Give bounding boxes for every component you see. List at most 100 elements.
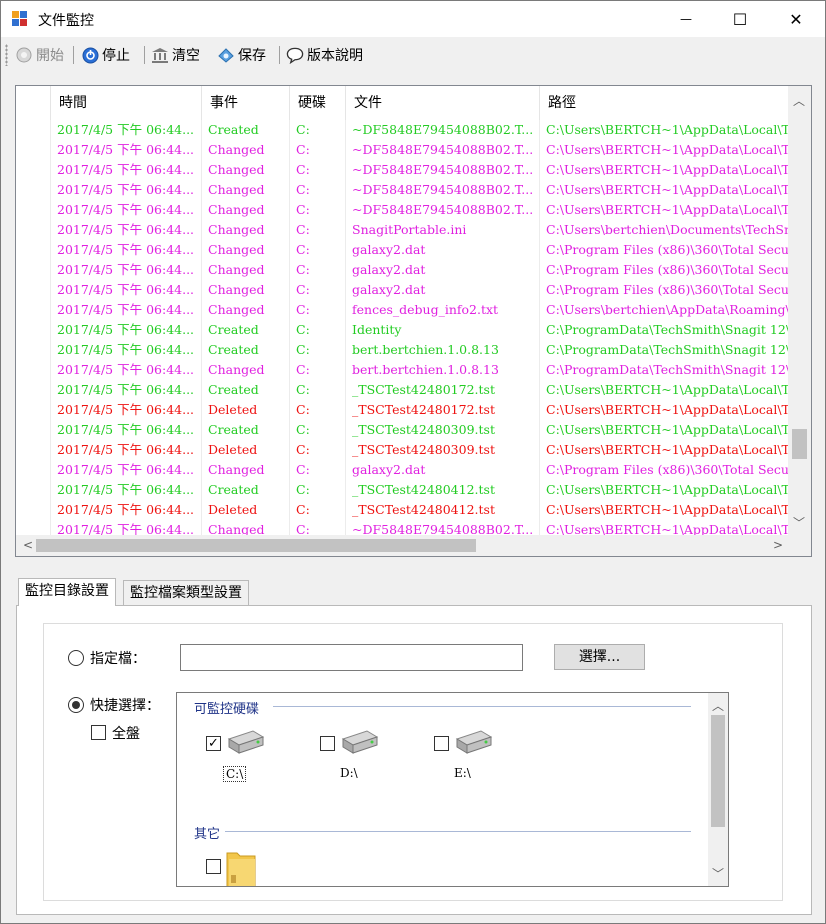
drive-e-label[interactable]: E:\	[454, 766, 471, 780]
drive-c-label[interactable]: C:\	[223, 766, 247, 782]
event-cell: Deleted	[202, 440, 290, 460]
table-row[interactable]: 2017/4/5 下午 06:44... Changed C: ~DF5848E794…	[16, 200, 788, 220]
drive-cell: C:	[290, 380, 346, 400]
time-cell: 2017/4/5 下午 06:44...	[51, 240, 202, 260]
table-row[interactable]: 2017/4/5 下午 06:44... Created C: ~DF5848E794…	[16, 120, 788, 140]
table-row[interactable]: 2017/4/5 下午 06:44... Changed C: ~DF5848E794…	[16, 180, 788, 200]
table-row[interactable]: 2017/4/5 下午 06:44... Changed C: bert.bertch…	[16, 360, 788, 380]
quick-select-radio[interactable]	[68, 697, 84, 713]
save-button[interactable]: 保存	[217, 44, 266, 66]
row-blank-cell	[16, 120, 51, 140]
table-row[interactable]: 2017/4/5 下午 06:44... Changed C: galaxy2.dat…	[16, 460, 788, 480]
column-header-drive[interactable]: 硬碟	[290, 86, 346, 120]
column-header-blank[interactable]	[16, 86, 51, 120]
path-cell: C:\Program Files (x86)\360\Total Securit…	[546, 242, 788, 257]
event-cell: Created	[202, 320, 290, 340]
speech-bubble-icon	[286, 46, 304, 64]
minimize-button[interactable]: —	[663, 1, 709, 37]
file-event-list[interactable]: 時間 事件 硬碟 文件 路徑 2017/4/5 下午 06:44... Creat…	[15, 85, 812, 557]
clear-button[interactable]: 清空	[151, 44, 200, 66]
time-cell: 2017/4/5 下午 06:44...	[51, 120, 202, 140]
table-row[interactable]: 2017/4/5 下午 06:44... Changed C: galaxy2.dat…	[16, 280, 788, 300]
path-cell: C:\Users\BERTCH~1\AppData\Local\Temp	[546, 202, 788, 217]
file-cell: galaxy2.dat	[346, 240, 540, 260]
time-cell: 2017/4/5 下午 06:44...	[51, 180, 202, 200]
scroll-down-icon[interactable]: ﹀	[789, 514, 809, 531]
other-group-title: 其它	[194, 827, 221, 842]
horizontal-scroll-thumb[interactable]	[36, 539, 476, 552]
drive-panel-scroll-thumb[interactable]	[711, 715, 725, 827]
drive-panel-scrollbar[interactable]: ︿ ﹀	[708, 693, 728, 886]
select-file-button[interactable]: 選擇...	[554, 644, 645, 670]
all-disks-label: 全盤	[112, 726, 140, 742]
column-header-path[interactable]: 路徑	[540, 86, 788, 120]
version-button[interactable]: 版本說明	[286, 44, 363, 66]
drive-cell: C:	[290, 440, 346, 460]
scroll-up-icon[interactable]: ︿	[708, 697, 728, 714]
close-button[interactable]: ✕	[773, 1, 819, 37]
table-row[interactable]: 2017/4/5 下午 06:44... Created C: _TSCTest424…	[16, 380, 788, 400]
event-cell: Changed	[202, 280, 290, 300]
row-blank-cell	[16, 440, 51, 460]
toolbar-separator	[279, 46, 280, 64]
drive-e-checkbox[interactable]	[434, 736, 449, 751]
table-row[interactable]: 2017/4/5 下午 06:44... Created C: _TSCTest424…	[16, 480, 788, 500]
file-cell: bert.bertchien.1.0.8.13	[346, 360, 540, 380]
start-button[interactable]: 開始	[15, 44, 64, 66]
time-cell: 2017/4/5 下午 06:44...	[51, 340, 202, 360]
table-row[interactable]: 2017/4/5 下午 06:44... Changed C: ~DF5848E794…	[16, 160, 788, 180]
scroll-up-icon[interactable]: ︿	[789, 92, 809, 109]
table-row[interactable]: 2017/4/5 下午 06:44... Changed C: SnagitPorta…	[16, 220, 788, 240]
drive-selection-panel: 可監控硬碟 ✓ C:\ D:\ E:\ 其它 ︿ ﹀	[176, 692, 729, 887]
table-row[interactable]: 2017/4/5 下午 06:44... Changed C: fences_debu…	[16, 300, 788, 320]
drive-d-label[interactable]: D:\	[340, 766, 358, 780]
table-row[interactable]: 2017/4/5 下午 06:44... Changed C: galaxy2.dat…	[16, 260, 788, 280]
event-cell: Changed	[202, 300, 290, 320]
column-header-time[interactable]: 時間	[51, 86, 202, 120]
table-row[interactable]: 2017/4/5 下午 06:44... Created C: Identity C:\…	[16, 320, 788, 340]
scroll-left-icon[interactable]: <	[18, 538, 38, 552]
row-blank-cell	[16, 380, 51, 400]
column-header-event[interactable]: 事件	[202, 86, 290, 120]
column-header-file[interactable]: 文件	[346, 86, 540, 120]
tab-monitor-directory[interactable]: 監控目錄設置	[18, 578, 116, 606]
stop-button[interactable]: 停止	[81, 44, 130, 66]
drive-c-checkbox[interactable]: ✓	[206, 736, 221, 751]
file-cell: ~DF5848E79454088B02.T...	[346, 200, 540, 220]
drive-cell: C:	[290, 140, 346, 160]
path-cell: C:\Users\BERTCH~1\AppData\Local\Temp	[546, 422, 788, 437]
table-row[interactable]: 2017/4/5 下午 06:44... Changed C: galaxy2.dat…	[16, 240, 788, 260]
table-row[interactable]: 2017/4/5 下午 06:44... Deleted C: _TSCTest424…	[16, 400, 788, 420]
toolbar-grip[interactable]	[5, 44, 8, 66]
path-cell: C:\Users\BERTCH~1\AppData\Local\Temp	[546, 502, 788, 517]
time-cell: 2017/4/5 下午 06:44...	[51, 200, 202, 220]
table-row[interactable]: 2017/4/5 下午 06:44... Created C: bert.bertch…	[16, 340, 788, 360]
file-cell: _TSCTest42480412.tst	[346, 480, 540, 500]
scroll-down-icon[interactable]: ﹀	[708, 865, 728, 882]
horizontal-scrollbar[interactable]: < >	[16, 535, 811, 556]
maximize-button[interactable]: ☐	[717, 1, 763, 37]
specify-file-input[interactable]	[180, 644, 523, 671]
version-label: 版本說明	[307, 48, 363, 64]
table-row[interactable]: 2017/4/5 下午 06:44... Deleted C: _TSCTest424…	[16, 500, 788, 520]
scroll-right-icon[interactable]: >	[768, 538, 788, 552]
vertical-scrollbar[interactable]: ︿ ﹀	[788, 86, 811, 536]
all-disks-checkbox[interactable]	[91, 725, 106, 740]
table-row[interactable]: 2017/4/5 下午 06:44... Deleted C: _TSCTest424…	[16, 440, 788, 460]
vertical-scroll-thumb[interactable]	[792, 429, 807, 459]
tab-monitor-file-types[interactable]: 監控檔案類型設置	[123, 580, 249, 606]
table-row[interactable]: 2017/4/5 下午 06:44... Changed C: ~DF5848E794…	[16, 140, 788, 160]
toolbar-separator	[144, 46, 145, 64]
specify-file-radio[interactable]	[68, 650, 84, 666]
file-cell: ~DF5848E79454088B02.T...	[346, 180, 540, 200]
row-blank-cell	[16, 500, 51, 520]
start-label: 開始	[36, 48, 64, 64]
row-blank-cell	[16, 180, 51, 200]
file-cell: galaxy2.dat	[346, 460, 540, 480]
drive-d-checkbox[interactable]	[320, 736, 335, 751]
table-row[interactable]: 2017/4/5 下午 06:44... Created C: _TSCTest424…	[16, 420, 788, 440]
event-cell: Created	[202, 480, 290, 500]
event-cell: Changed	[202, 200, 290, 220]
other-checkbox[interactable]	[206, 859, 221, 874]
event-cell: Created	[202, 380, 290, 400]
